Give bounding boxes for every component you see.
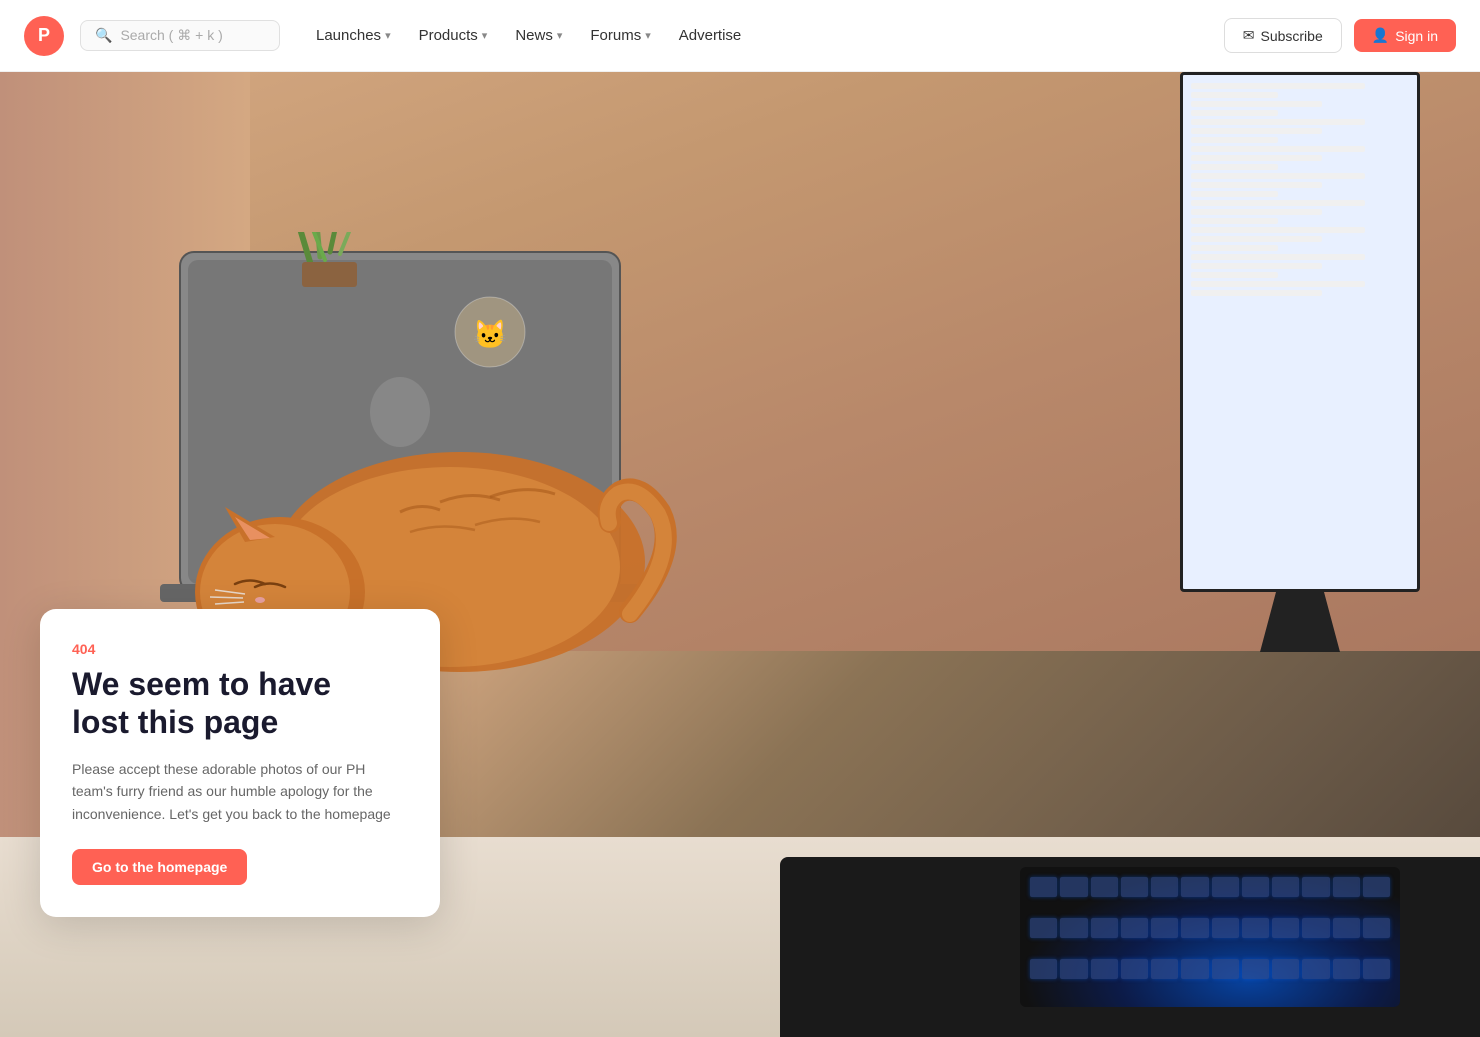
go-to-homepage-button[interactable]: Go to the homepage (72, 849, 247, 885)
nav-links: Launches ▾ Products ▾ News ▾ Forums ▾ Ad… (304, 19, 1224, 52)
error-title-line1: We seem to have (72, 666, 331, 702)
error-code: 404 (72, 641, 408, 657)
error-description: Please accept these adorable photos of o… (72, 758, 408, 825)
news-chevron: ▾ (557, 29, 563, 42)
launches-chevron: ▾ (385, 29, 391, 42)
search-bar[interactable]: 🔍 Search ( ⌘ + k ) (80, 20, 280, 51)
nav-forums[interactable]: Forums ▾ (578, 19, 662, 52)
signin-label: Sign in (1395, 28, 1438, 44)
forums-label: Forums (590, 27, 641, 44)
error-title: We seem to have lost this page (72, 665, 408, 742)
logo[interactable]: P (24, 16, 64, 56)
nav-news[interactable]: News ▾ (503, 19, 574, 52)
signin-button[interactable]: 👤 Sign in (1354, 19, 1456, 52)
signin-icon: 👤 (1372, 27, 1389, 44)
subscribe-icon: ✉ (1243, 27, 1255, 44)
keyboard-keys (1030, 877, 1390, 997)
search-placeholder: Search ( ⌘ + k ) (120, 27, 222, 44)
svg-text:🐱: 🐱 (473, 319, 508, 350)
hero-background: epic 🐱 (0, 72, 1480, 1037)
nav-launches[interactable]: Launches ▾ (304, 19, 403, 52)
launches-label: Launches (316, 27, 381, 44)
subscribe-label: Subscribe (1260, 28, 1322, 44)
homepage-button-label: Go to the homepage (92, 859, 227, 875)
monitor-stand (1260, 592, 1340, 652)
search-icon: 🔍 (95, 27, 112, 44)
keyboard (1020, 867, 1400, 1007)
nav-products[interactable]: Products ▾ (407, 19, 500, 52)
products-label: Products (419, 27, 478, 44)
monitor-screen (1180, 72, 1420, 592)
forums-chevron: ▾ (645, 29, 651, 42)
products-chevron: ▾ (482, 29, 488, 42)
nav-actions: ✉ Subscribe 👤 Sign in (1224, 18, 1456, 53)
navbar: P 🔍 Search ( ⌘ + k ) Launches ▾ Products… (0, 0, 1480, 72)
nav-advertise[interactable]: Advertise (667, 19, 754, 52)
error-card: 404 We seem to have lost this page Pleas… (40, 609, 440, 917)
subscribe-button[interactable]: ✉ Subscribe (1224, 18, 1342, 53)
error-title-line2: lost this page (72, 704, 278, 740)
advertise-label: Advertise (679, 27, 742, 44)
news-label: News (515, 27, 553, 44)
monitor (1180, 72, 1480, 652)
